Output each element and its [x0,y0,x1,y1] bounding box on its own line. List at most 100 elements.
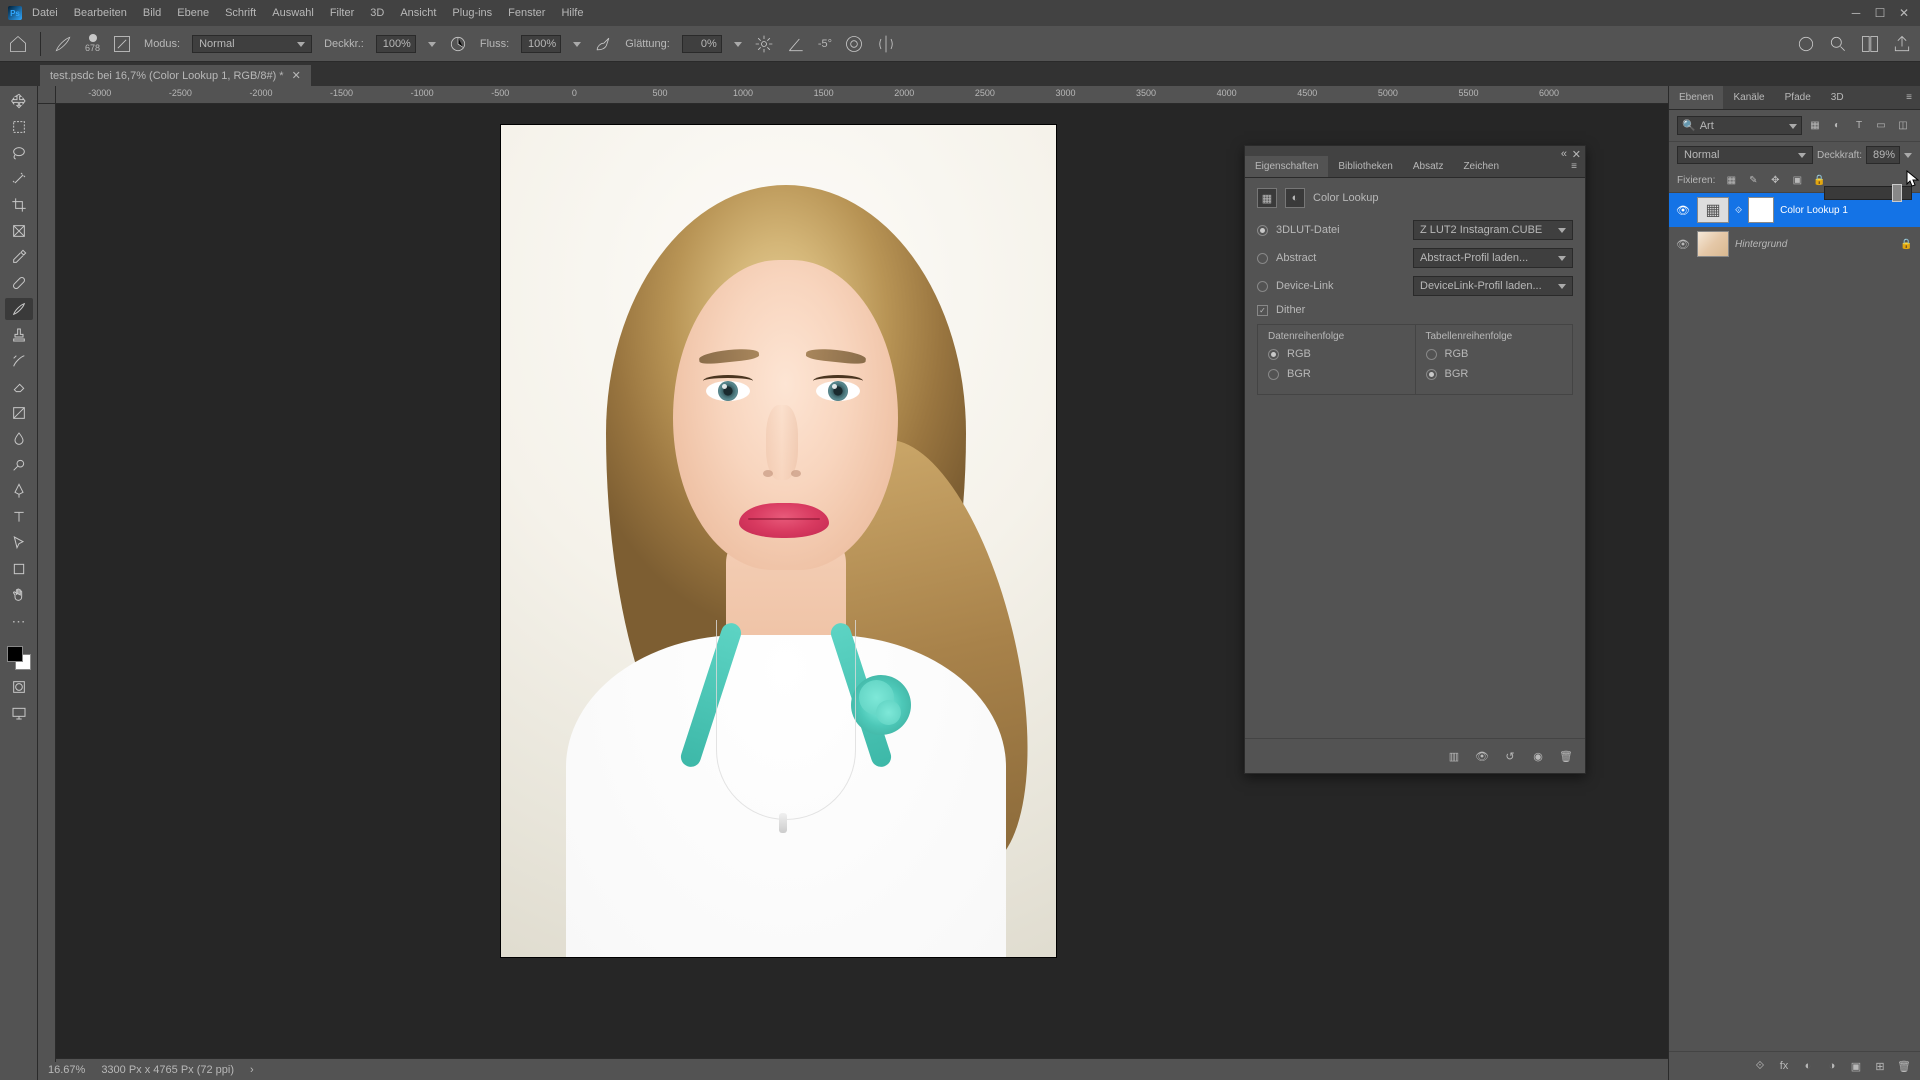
mode-select[interactable]: Normal [192,35,312,53]
panel-menu-icon[interactable]: ≡ [1898,86,1920,109]
adjustment-layer-icon[interactable]: ◑ [1824,1058,1840,1074]
clip-to-layer-icon[interactable]: ▥ [1445,747,1463,765]
menu-fenster[interactable]: Fenster [508,7,545,19]
radio-table-bgr[interactable] [1426,369,1437,380]
link-layers-icon[interactable]: ⟐ [1752,1058,1768,1074]
lasso-tool[interactable] [5,142,33,164]
visibility-eye-icon[interactable]: 👁 [1675,204,1691,217]
tab-pfade[interactable]: Pfade [1775,86,1821,109]
menu-datei[interactable]: Datei [32,7,58,19]
status-arrow-icon[interactable]: › [250,1064,254,1076]
filter-pixel-icon[interactable]: ▦ [1806,117,1824,135]
opacity-slider-thumb[interactable] [1892,184,1902,202]
menu-plugins[interactable]: Plug-ins [452,7,492,19]
frame-tool[interactable] [5,220,33,242]
layer-opacity-input[interactable]: 89% [1866,146,1900,164]
radio-data-rgb[interactable] [1268,349,1279,360]
layer-link-icon[interactable]: ⟐ [1735,205,1742,216]
radio-devicelink[interactable] [1257,281,1268,292]
blend-mode-select[interactable]: Normal [1677,146,1813,164]
lock-pixels-icon[interactable]: ✎ [1745,172,1761,188]
crop-tool[interactable] [5,194,33,216]
minimize-button[interactable]: ─ [1848,5,1864,21]
brush-tool-icon[interactable] [53,34,73,54]
move-tool[interactable] [5,90,33,112]
symmetry-icon[interactable] [876,34,896,54]
filter-adjust-icon[interactable]: ◐ [1828,117,1846,135]
dodge-tool[interactable] [5,454,33,476]
tab-close-icon[interactable]: ✕ [292,69,301,82]
menu-ebene[interactable]: Ebene [177,7,209,19]
radio-table-rgb[interactable] [1426,349,1437,360]
tab-ebenen[interactable]: Ebenen [1669,86,1723,109]
layer-thumbnail[interactable] [1697,231,1729,257]
layer-fx-icon[interactable]: fx [1776,1058,1792,1074]
dropdown-abstract[interactable]: Abstract-Profil laden... [1413,248,1573,268]
brush-tool[interactable] [5,298,33,320]
tab-eigenschaften[interactable]: Eigenschaften [1245,156,1328,177]
menu-schrift[interactable]: Schrift [225,7,256,19]
screen-mode-icon[interactable] [5,702,33,724]
radio-3dlut[interactable] [1257,225,1268,236]
menu-3d[interactable]: 3D [370,7,384,19]
cloud-icon[interactable] [1796,34,1816,54]
panel-close-icon[interactable]: ✕ [1572,148,1581,161]
history-brush-tool[interactable] [5,350,33,372]
lock-position-icon[interactable]: ✥ [1767,172,1783,188]
tab-kanale[interactable]: Kanäle [1723,86,1774,109]
panel-drag-handle[interactable] [1245,146,1585,156]
menu-bild[interactable]: Bild [143,7,161,19]
foreground-color-swatch[interactable] [7,646,23,662]
eyedropper-tool[interactable] [5,246,33,268]
filter-smart-icon[interactable]: ◫ [1894,117,1912,135]
brush-panel-icon[interactable] [112,34,132,54]
home-icon[interactable] [8,34,28,54]
flow-input[interactable]: 100% [521,35,561,53]
quick-mask-icon[interactable] [5,676,33,698]
toggle-visibility-icon[interactable]: 👁 [1473,747,1491,765]
layer-row-background[interactable]: 👁 Hintergrund 🔒 [1669,227,1920,261]
tab-3d[interactable]: 3D [1821,86,1854,109]
radio-data-bgr[interactable] [1268,369,1279,380]
filter-shape-icon[interactable]: ▭ [1872,117,1890,135]
brush-size-preview[interactable]: 678 [85,34,100,53]
view-previous-icon[interactable]: ◉ [1529,747,1547,765]
new-layer-icon[interactable]: ⊞ [1872,1058,1888,1074]
path-select-tool[interactable] [5,532,33,554]
menu-bearbeiten[interactable]: Bearbeiten [74,7,127,19]
lock-icon[interactable]: 🔒 [1900,239,1914,250]
menu-ansicht[interactable]: Ansicht [400,7,436,19]
tab-zeichen[interactable]: Zeichen [1453,156,1509,177]
gradient-tool[interactable] [5,402,33,424]
smoothing-input[interactable]: 0% [682,35,722,53]
delete-layer-icon[interactable]: 🗑 [1896,1058,1912,1074]
delete-adjustment-icon[interactable]: 🗑 [1557,747,1575,765]
layer-name[interactable]: Color Lookup 1 [1780,205,1914,216]
layer-thumbnail[interactable]: ▦ [1697,197,1729,223]
more-tools[interactable]: ⋯ [5,610,33,632]
airbrush-icon[interactable] [593,34,613,54]
smoothing-options-icon[interactable] [754,34,774,54]
pen-tool[interactable] [5,480,33,502]
wand-tool[interactable] [5,168,33,190]
pressure-size-icon[interactable] [844,34,864,54]
angle-value[interactable]: -5° [818,38,832,50]
zoom-level[interactable]: 16.67% [48,1064,85,1076]
chevron-down-icon[interactable] [428,38,436,50]
dropdown-3dlut[interactable]: Z LUT2 Instagram.CUBE [1413,220,1573,240]
shape-tool[interactable] [5,558,33,580]
stamp-tool[interactable] [5,324,33,346]
pressure-opacity-icon[interactable] [448,34,468,54]
opacity-slider[interactable] [1824,186,1912,200]
menu-auswahl[interactable]: Auswahl [272,7,314,19]
eraser-tool[interactable] [5,376,33,398]
search-icon[interactable] [1828,34,1848,54]
panel-collapse-icon[interactable]: « [1561,148,1567,160]
radio-abstract[interactable] [1257,253,1268,264]
tab-absatz[interactable]: Absatz [1403,156,1454,177]
tab-bibliotheken[interactable]: Bibliotheken [1328,156,1402,177]
chevron-down-icon[interactable] [734,38,742,50]
share-icon[interactable] [1892,34,1912,54]
filter-type-icon[interactable]: T [1850,117,1868,135]
layer-name[interactable]: Hintergrund [1735,239,1894,250]
